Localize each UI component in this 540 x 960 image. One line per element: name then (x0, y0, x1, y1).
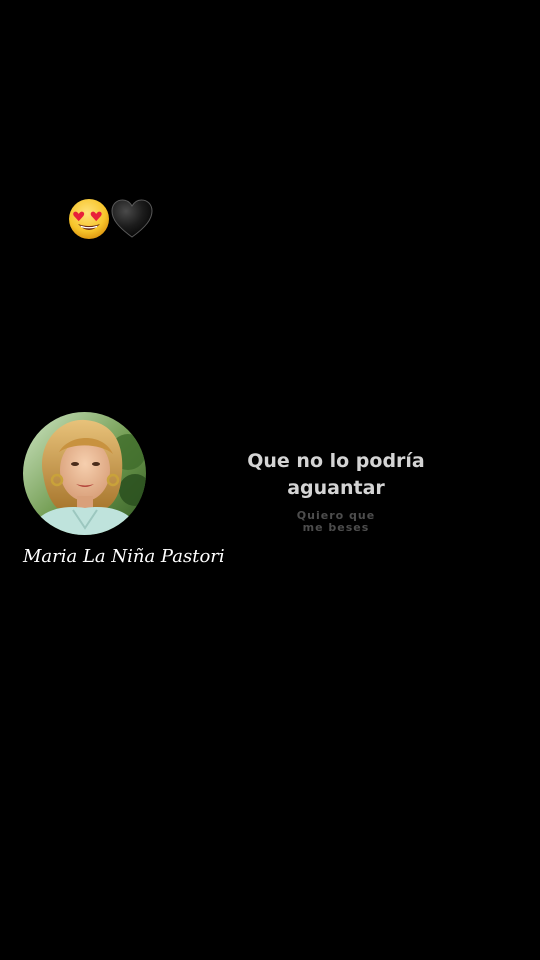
heart-eyes-emoji-icon (69, 199, 109, 239)
artist-avatar[interactable] (23, 412, 146, 535)
emoji-sticker[interactable] (68, 198, 154, 240)
artist-photo (23, 412, 146, 535)
story-canvas[interactable]: Maria La Niña Pastori Que no lo podría a… (0, 0, 540, 960)
black-heart-icon (111, 199, 153, 238)
current-lyric-line: Que no lo podría aguantar (247, 450, 425, 499)
next-lyric-line: Quiero que me beses (296, 509, 376, 534)
lyrics-sticker[interactable]: Que no lo podría aguantar Quiero que me … (200, 448, 472, 534)
artist-name: Maria La Niña Pastori (23, 546, 225, 567)
